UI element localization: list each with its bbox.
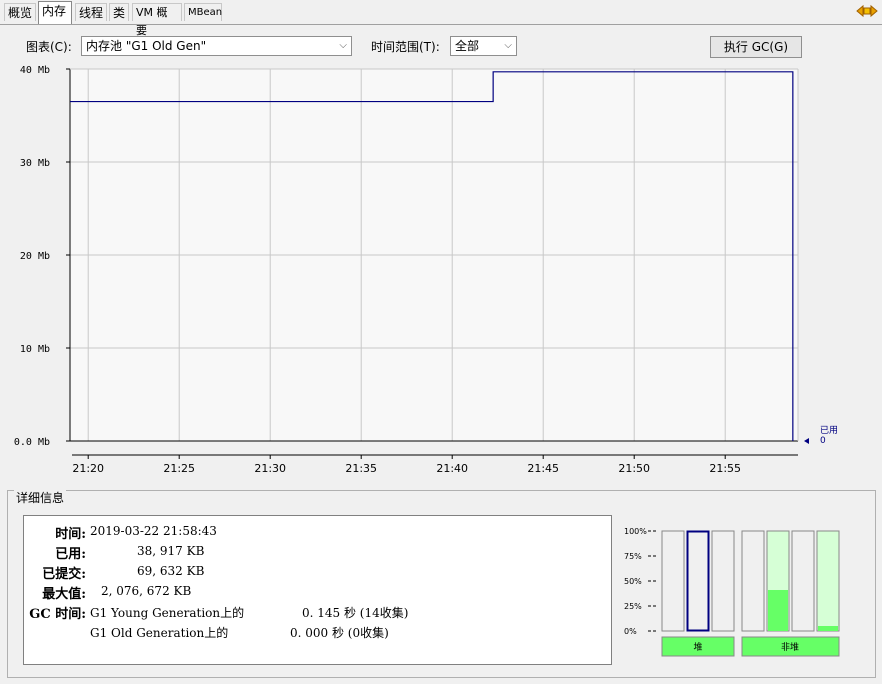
pool-bar	[686, 530, 710, 632]
y-tick-label: 30 Mb	[20, 158, 50, 169]
y-tick-label: 20 Mb	[20, 251, 50, 262]
gc-old-name: G1 Old Generation上的	[90, 626, 229, 640]
nonheap-label: 非堆	[781, 641, 799, 653]
tab-bar: 概览 内存 线程 类 VM 概要 MBean	[0, 0, 882, 37]
pool-bar	[711, 530, 735, 632]
time-range-select[interactable]: 全部 ⌵	[450, 36, 517, 56]
x-tick-label: 21:55	[709, 462, 741, 475]
tab-classes[interactable]: 类	[109, 3, 129, 21]
gc-young-value: 0. 145 秒 (14收集)	[302, 606, 409, 620]
chart-select-value: 内存池 "G1 Old Gen"	[86, 39, 207, 53]
gc-time-label: GC 时间:	[29, 607, 86, 622]
max-value: 2, 076, 672 KB	[101, 584, 192, 598]
perform-gc-button[interactable]: 执行 GC(G)	[710, 36, 802, 58]
legend-marker	[804, 438, 809, 444]
x-tick-label: 21:25	[163, 462, 195, 475]
x-tick-label: 21:50	[618, 462, 650, 475]
bar-tick-label: 25%	[624, 602, 642, 611]
x-tick-label: 21:45	[527, 462, 559, 475]
chevron-down-icon: ⌵	[339, 40, 347, 51]
tab-threads[interactable]: 线程	[75, 3, 107, 21]
max-label: 最大值:	[42, 587, 86, 602]
info-box: 时间: 2019-03-22 21:58:43 已用: 38, 917 KB 已…	[23, 515, 612, 665]
bar-tick-label: 50%	[624, 577, 642, 586]
heap-label: 堆	[693, 642, 702, 653]
time-label: 时间:	[55, 527, 86, 542]
gc-young-name: G1 Young Generation上的	[90, 606, 245, 620]
pool-bar-fill	[768, 590, 788, 631]
tab-mbean[interactable]: MBean	[184, 3, 222, 21]
pool-bar-fill	[818, 626, 838, 631]
time-range-value: 全部	[455, 39, 480, 53]
memory-pool-bars: 100% 75% 50% 25% 0% 堆 非堆	[624, 527, 840, 657]
x-tick-label: 21:35	[345, 462, 377, 475]
tab-overview[interactable]: 概览	[4, 3, 36, 21]
x-tick-label: 21:40	[436, 462, 468, 475]
used-value: 38, 917 KB	[137, 544, 205, 558]
pool-bar	[661, 530, 685, 632]
y-tick-label: 0.0 Mb	[14, 437, 50, 448]
pool-bar	[741, 530, 765, 632]
legend-label: 已用	[820, 425, 838, 436]
dock-icon[interactable]	[856, 3, 878, 19]
bar-tick-label: 75%	[624, 552, 642, 561]
time-range-label: 时间范围(T):	[371, 40, 440, 54]
bar-tick-label: 0%	[624, 627, 637, 636]
committed-label: 已提交:	[42, 567, 86, 582]
gc-old-value: 0. 000 秒 (0收集)	[290, 626, 389, 640]
time-value: 2019-03-22 21:58:43	[90, 524, 217, 538]
x-tick-label: 21:20	[72, 462, 104, 475]
tab-vm-summary[interactable]: VM 概要	[132, 3, 182, 37]
committed-value: 69, 632 KB	[137, 564, 205, 578]
legend-value: 0	[820, 436, 826, 446]
tab-memory[interactable]: 内存	[38, 1, 72, 24]
chevron-down-icon: ⌵	[504, 40, 512, 51]
pool-bar	[816, 530, 840, 632]
bar-tick-label: 100%	[624, 527, 647, 536]
memory-chart-svg: 0.0 Mb 10 Mb 20 Mb 30 Mb 40 Mb 21:20 21:25 21:3…	[14, 65, 838, 475]
used-label: 已用:	[55, 547, 86, 562]
details-title: 详细信息	[14, 489, 67, 506]
memory-chart: 0.0 Mb 10 Mb 20 Mb 30 Mb 40 Mb 21:20 21:25 21:3…	[0, 60, 882, 485]
chart-select[interactable]: 内存池 "G1 Old Gen" ⌵	[81, 36, 352, 56]
y-tick-label: 10 Mb	[20, 344, 50, 355]
y-tick-label: 40 Mb	[20, 65, 50, 76]
x-tick-label: 21:30	[254, 462, 286, 475]
chart-label: 图表(C):	[26, 40, 72, 54]
pool-bar	[791, 530, 815, 632]
